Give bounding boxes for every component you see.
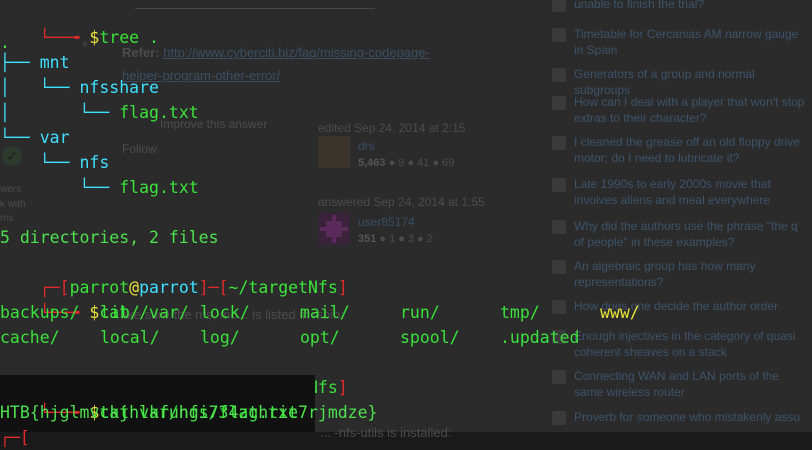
- ls-entry: backups/: [0, 303, 80, 322]
- ls-entry: lock/: [200, 303, 250, 322]
- ls-entry: .updated: [500, 328, 580, 347]
- terminal-line: └──╼ $tree .: [39, 28, 159, 47]
- ls-entry: lib/: [100, 303, 140, 322]
- tree-summary: 5 directories, 2 files: [0, 228, 219, 247]
- ls-entry: tmp/: [500, 303, 540, 322]
- ls-entry: www/: [600, 303, 640, 322]
- terminal-line: 5 directories, 2 files: [0, 225, 219, 250]
- terminal-line: HTB{hjglmvtkjhlkfuhgi734zthrie7rjmdze}: [0, 400, 378, 425]
- terminal-line: │ └── flag.txt: [0, 103, 199, 122]
- dir-var: var: [39, 128, 70, 147]
- file-flag: flag.txt: [119, 103, 199, 122]
- shell-prompt: ┌─[parrot@parrot]─[~/targetNfs]: [39, 278, 348, 297]
- ls-entry: log/: [200, 328, 240, 347]
- terminal-line: └── nfs: [0, 153, 110, 172]
- ls-entry: spool/: [400, 328, 460, 347]
- terminal-line: ├── mnt: [0, 53, 70, 72]
- dir-nfs: nfs: [79, 153, 110, 172]
- terminal-line: └── flag.txt: [0, 178, 199, 197]
- ls-entry: mail/: [300, 303, 350, 322]
- ls-entry: local/: [100, 328, 160, 347]
- dir-mnt: mnt: [39, 53, 70, 72]
- flag-output: HTB{hjglmvtkjhlkfuhgi734zthrie7rjmdze}: [0, 403, 378, 422]
- ls-entry: cache/: [0, 328, 60, 347]
- file-flag: flag.txt: [119, 178, 199, 197]
- terminal-line: └──╼ $cat /var/: [39, 303, 189, 322]
- shell-prompt: ┌─[: [0, 428, 30, 447]
- ls-entry: run/: [400, 303, 440, 322]
- terminal-line: └──╼ $cat var/nfs/flag.txt: [39, 403, 299, 422]
- terminal-window[interactable]: └──╼ $tree . . ├── mnt │ └── nfsshare │ …: [0, 0, 812, 447]
- terminal-line: └── var: [0, 128, 70, 147]
- command-text: tree .: [99, 28, 159, 47]
- ls-entry: opt/: [300, 328, 340, 347]
- dir-nfsshare: nfsshare: [79, 78, 159, 97]
- shell-prompt: ┌─[parrot@parrot]─[~/targetNfs]: [40, 378, 348, 397]
- terminal-line: │ └── nfsshare: [0, 78, 159, 97]
